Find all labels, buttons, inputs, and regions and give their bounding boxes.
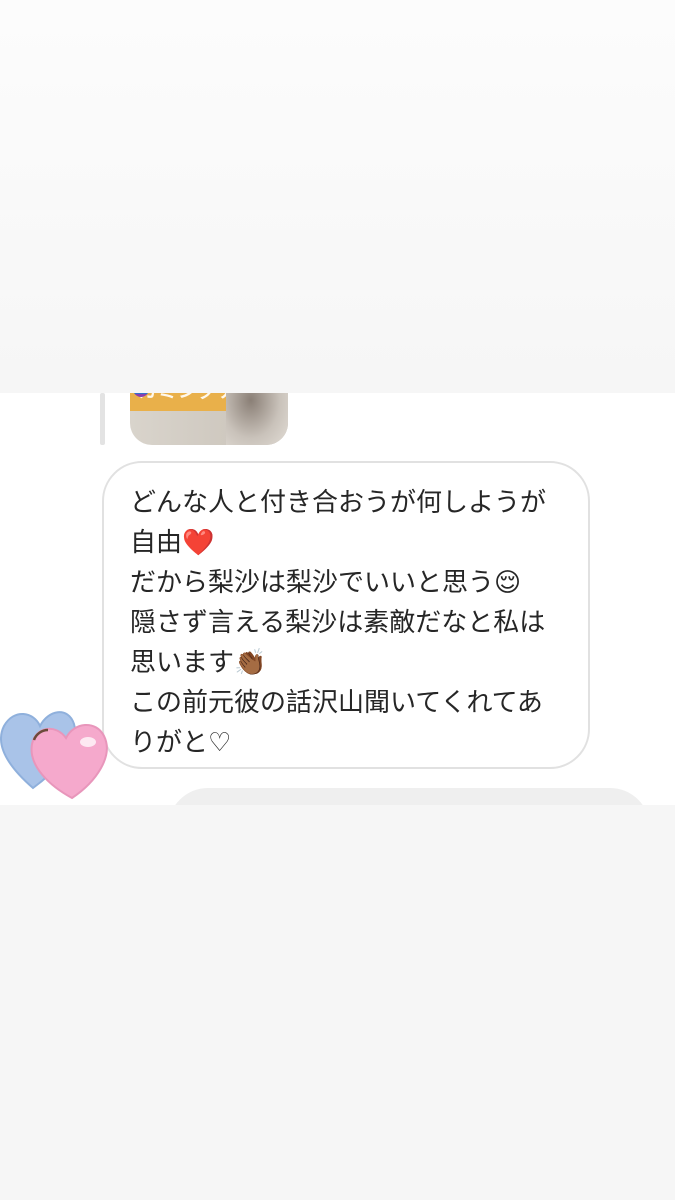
message-line: 隠さず言える梨沙は素敵だなと私は [130,608,546,638]
message-line: りがと♡ [130,728,232,758]
pink-heart-icon [30,724,108,800]
dm-thread-screenshot: カミングアウト どんな人と付き合おうが何しようが 自由❤️ だから梨沙は梨沙でい… [0,393,675,805]
message-line: どんな人と付き合おうが何しようが [130,488,547,518]
blank-top-area [0,0,675,393]
next-message-bubble[interactable] [168,788,650,805]
message-line: 思います👏🏾 [130,648,267,678]
hearts-sticker [0,711,108,800]
message-line: 自由❤️ [130,528,215,558]
story-photo [226,393,288,445]
message-bubble[interactable]: どんな人と付き合おうが何しようが 自由❤️ だから梨沙は梨沙でいいと思う😌 隠さ… [102,461,590,769]
story-reply-thumbnail[interactable]: カミングアウト [130,393,288,445]
blank-bottom-area [0,805,675,1200]
reply-indicator-bar [100,393,105,445]
message-line: だから梨沙は梨沙でいいと思う😌 [130,568,522,598]
message-line: この前元彼の話沢山聞いてくれてあ [130,688,543,718]
